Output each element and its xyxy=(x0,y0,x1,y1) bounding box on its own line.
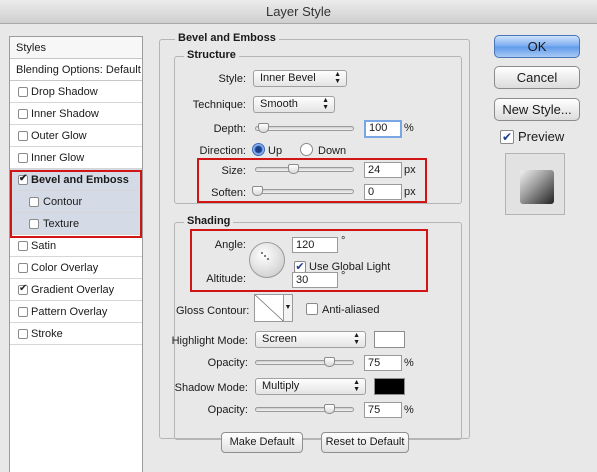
style-item-stroke[interactable]: Stroke xyxy=(10,323,142,345)
shadow-mode-label: Shadow Mode: xyxy=(174,382,248,394)
highlight-box-shading xyxy=(190,229,428,292)
satin-checkbox[interactable] xyxy=(18,241,28,251)
style-item-label: Color Overlay xyxy=(31,262,99,274)
outer-glow-checkbox[interactable] xyxy=(18,131,28,141)
shadow-color-swatch[interactable] xyxy=(374,378,405,395)
dropdown-arrows-icon: ▲ ▼ xyxy=(322,97,329,111)
gloss-contour-arrow-icon[interactable]: ▼ xyxy=(284,294,293,322)
style-item-drop-shadow[interactable]: Drop Shadow xyxy=(10,81,142,103)
technique-dropdown[interactable]: Smooth ▲ ▼ xyxy=(253,96,335,113)
style-item-color-overlay[interactable]: Color Overlay xyxy=(10,257,142,279)
styles-list: Styles Blending Options: Default Drop Sh… xyxy=(9,36,143,472)
preview-swatch xyxy=(520,170,554,204)
blending-options-item[interactable]: Blending Options: Default xyxy=(10,59,142,81)
depth-slider-thumb[interactable] xyxy=(258,123,269,133)
highlight-opacity-slider-thumb[interactable] xyxy=(324,357,335,367)
highlight-color-swatch[interactable] xyxy=(374,331,405,348)
inner-glow-checkbox[interactable] xyxy=(18,153,28,163)
highlight-box-size-soften xyxy=(197,158,427,203)
style-item-label: Outer Glow xyxy=(31,130,87,142)
shadow-opacity-slider[interactable] xyxy=(255,407,354,412)
direction-down-radio[interactable] xyxy=(300,143,313,156)
technique-label: Technique: xyxy=(192,99,246,111)
dialog-body: Styles Blending Options: Default Drop Sh… xyxy=(0,24,597,472)
depth-unit: % xyxy=(404,122,414,134)
style-item-outer-glow[interactable]: Outer Glow xyxy=(10,125,142,147)
style-item-label: Drop Shadow xyxy=(31,86,98,98)
style-item-inner-shadow[interactable]: Inner Shadow xyxy=(10,103,142,125)
color-overlay-checkbox[interactable] xyxy=(18,263,28,273)
dropdown-arrows-icon: ▲ ▼ xyxy=(353,379,360,393)
ok-button[interactable]: OK xyxy=(494,35,580,58)
gloss-contour-swatch[interactable] xyxy=(254,294,284,322)
inner-shadow-checkbox[interactable] xyxy=(18,109,28,119)
technique-dropdown-value: Smooth xyxy=(260,98,298,110)
structure-title: Structure xyxy=(184,49,239,61)
shadow-opacity-slider-thumb[interactable] xyxy=(324,404,335,414)
depth-input[interactable]: 100 xyxy=(364,120,402,138)
style-item-gradient-overlay[interactable]: Gradient Overlay xyxy=(10,279,142,301)
cancel-button[interactable]: Cancel xyxy=(494,66,580,89)
highlight-box-bevel xyxy=(10,170,142,238)
shadow-opacity-label: Opacity: xyxy=(207,404,248,416)
style-item-label: Satin xyxy=(31,240,57,252)
highlight-opacity-slider[interactable] xyxy=(255,360,354,365)
highlight-mode-value: Screen xyxy=(262,333,297,345)
highlight-mode-label: Highlight Mode: xyxy=(171,335,248,347)
style-dropdown-value: Inner Bevel xyxy=(260,72,316,84)
style-item-label: Gradient Overlay xyxy=(31,284,115,296)
highlight-opacity-unit: % xyxy=(404,357,414,369)
depth-slider[interactable] xyxy=(255,126,354,131)
anti-aliased-label: Anti-aliased xyxy=(322,304,380,316)
shadow-mode-value: Multiply xyxy=(262,380,300,392)
style-item-label: Stroke xyxy=(31,328,63,340)
anti-aliased-checkbox[interactable] xyxy=(306,303,318,315)
highlight-mode-dropdown[interactable]: Screen ▲ ▼ xyxy=(255,331,366,348)
direction-up-label: Up xyxy=(268,145,283,157)
reset-to-default-button[interactable]: Reset to Default xyxy=(321,432,409,453)
pattern-overlay-checkbox[interactable] xyxy=(18,307,28,317)
preview-thumbnail xyxy=(505,153,565,215)
direction-up-radio[interactable] xyxy=(252,143,265,156)
direction-down-label: Down xyxy=(318,145,347,157)
style-item-label: Inner Shadow xyxy=(31,108,99,120)
shadow-opacity-input[interactable]: 75 xyxy=(364,402,402,418)
depth-label: Depth: xyxy=(213,123,246,135)
style-item-satin[interactable]: Satin xyxy=(10,235,142,257)
style-dropdown[interactable]: Inner Bevel ▲ ▼ xyxy=(253,70,347,87)
stroke-checkbox[interactable] xyxy=(18,329,28,339)
gloss-contour-label: Gloss Contour: xyxy=(176,305,250,317)
highlight-opacity-label: Opacity: xyxy=(207,357,248,369)
direction-label: Direction: xyxy=(199,145,246,157)
highlight-opacity-input[interactable]: 75 xyxy=(364,355,402,371)
dropdown-arrows-icon: ▲ ▼ xyxy=(353,332,360,346)
dropdown-arrows-icon: ▲ ▼ xyxy=(334,71,341,85)
shadow-opacity-unit: % xyxy=(404,404,414,416)
make-default-button[interactable]: Make Default xyxy=(221,432,303,453)
style-item-inner-glow[interactable]: Inner Glow xyxy=(10,147,142,169)
preview-label: Preview xyxy=(518,129,565,144)
style-label: Style: xyxy=(218,73,246,85)
bevel-emboss-title: Bevel and Emboss xyxy=(175,32,279,44)
style-item-label: Inner Glow xyxy=(31,152,85,164)
gradient-overlay-checkbox[interactable] xyxy=(18,285,28,295)
preview-checkbox[interactable]: ✔ xyxy=(500,130,514,144)
window-title: Layer Style xyxy=(0,0,597,24)
new-style-button[interactable]: New Style... xyxy=(494,98,580,121)
shadow-mode-dropdown[interactable]: Multiply ▲ ▼ xyxy=(255,378,366,395)
shading-title: Shading xyxy=(184,215,234,227)
styles-header[interactable]: Styles xyxy=(10,37,142,59)
drop-shadow-checkbox[interactable] xyxy=(18,87,28,97)
style-item-label: Pattern Overlay xyxy=(31,306,108,318)
style-item-pattern-overlay[interactable]: Pattern Overlay xyxy=(10,301,142,323)
